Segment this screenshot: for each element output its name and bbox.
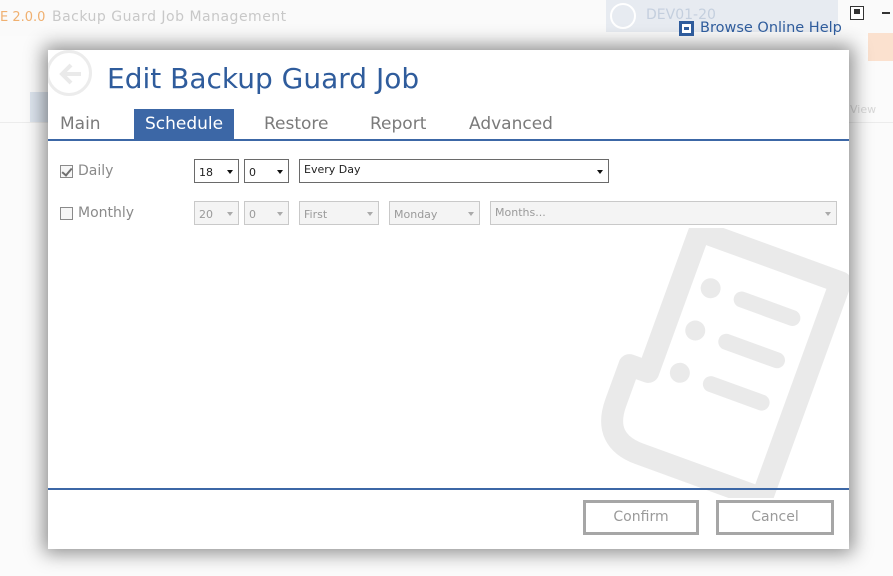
background-title: Backup Guard Job Management (52, 9, 287, 25)
background-nav-marker (30, 92, 48, 122)
browse-online-help-link[interactable]: Browse Online Help (679, 20, 842, 36)
account-icon[interactable] (850, 6, 864, 20)
background-view-label: View (850, 103, 877, 116)
tab-schedule[interactable]: Schedule (134, 109, 235, 139)
help-link-label: Browse Online Help (700, 20, 842, 36)
monthly-minute-select[interactable]: 0 (244, 201, 289, 225)
dropdown-arrow-icon (468, 212, 474, 216)
tab-report[interactable]: Report (370, 109, 426, 139)
monthly-ordinal-select[interactable]: First (299, 201, 379, 225)
tab-advanced[interactable]: Advanced (469, 109, 553, 139)
daily-hour-value: 18 (199, 166, 213, 179)
monthly-months-value: Months... (495, 206, 546, 219)
daily-minute-value: 0 (249, 166, 256, 179)
tab-bar: Main Schedule Restore Report Advanced (48, 109, 849, 139)
monthly-weekday-value: Monday (394, 208, 438, 221)
monthly-hour-select[interactable]: 20 (194, 201, 239, 225)
help-icon (679, 20, 694, 36)
dialog-title: Edit Backup Guard Job (107, 62, 420, 95)
back-button[interactable] (48, 50, 92, 96)
monthly-months-select[interactable]: Months... (490, 201, 837, 225)
dropdown-arrow-icon (597, 170, 603, 174)
tab-main[interactable]: Main (60, 109, 101, 139)
tab-restore[interactable]: Restore (264, 109, 329, 139)
dropdown-arrow-icon (227, 212, 233, 216)
monthly-weekday-select[interactable]: Monday (389, 201, 480, 225)
daily-schedule-row: Daily 18 0 Every Day (48, 159, 849, 185)
daily-checkbox[interactable] (60, 165, 73, 178)
dropdown-arrow-icon (277, 170, 283, 174)
dropdown-arrow-icon (367, 212, 373, 216)
back-arrow-icon (59, 63, 81, 85)
monthly-label: Monthly (78, 205, 135, 221)
tab-underline (48, 139, 849, 141)
edit-job-dialog: Edit Backup Guard Job Main Schedule Rest… (48, 50, 849, 549)
background-action-button (868, 33, 893, 61)
dropdown-arrow-icon (277, 212, 283, 216)
footer-divider (48, 488, 849, 490)
daily-label: Daily (78, 163, 114, 179)
dropdown-arrow-icon (227, 170, 233, 174)
daily-frequency-value: Every Day (304, 163, 361, 176)
monthly-hour-value: 20 (199, 208, 213, 221)
daily-hour-select[interactable]: 18 (194, 159, 239, 183)
monthly-minute-value: 0 (249, 208, 256, 221)
minimize-icon[interactable] (882, 12, 890, 14)
schedule-document-watermark-icon (601, 228, 849, 498)
cancel-button[interactable]: Cancel (716, 500, 834, 535)
dropdown-arrow-icon (825, 212, 831, 216)
server-icon (610, 3, 636, 29)
confirm-button[interactable]: Confirm (583, 500, 699, 535)
background-version: E 2.0.0 (0, 10, 46, 25)
monthly-checkbox[interactable] (60, 207, 73, 220)
daily-minute-select[interactable]: 0 (244, 159, 289, 183)
monthly-ordinal-value: First (304, 208, 328, 221)
daily-frequency-select[interactable]: Every Day (299, 159, 609, 183)
monthly-schedule-row: Monthly 20 0 First Monday Months... (48, 201, 849, 227)
